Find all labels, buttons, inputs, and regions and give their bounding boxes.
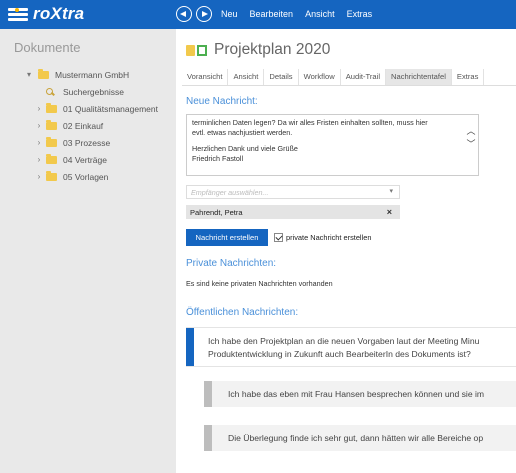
message-accent-bar [186, 328, 194, 366]
chevron-right-icon[interactable]: › [34, 121, 44, 130]
menu-extras[interactable]: Extras [347, 9, 373, 19]
page-header: Projektplan 2020 [186, 41, 330, 59]
chevron-down-icon[interactable]: ▾ [24, 70, 34, 79]
folder-icon [46, 119, 57, 130]
message-text-line: Ich habe den Projektplan an die neuen Vo… [208, 336, 480, 346]
chevron-right-icon[interactable]: › [34, 155, 44, 164]
folder-tree: ▾ Mustermann GmbH Suchergebnisse › 01 Qu… [0, 66, 158, 185]
top-menu: Neu Bearbeiten Ansicht Extras [221, 9, 372, 19]
folder-icon [46, 136, 57, 147]
main-content: Projektplan 2020 Voransicht Ansicht Deta… [176, 29, 516, 473]
page-title: Projektplan 2020 [214, 41, 331, 58]
tree-item-label: 05 Vorlagen [63, 171, 109, 182]
tree-item-einkauf[interactable]: › 02 Einkauf [0, 117, 158, 134]
reply-accent-bar [204, 425, 212, 451]
reply-text: Die Überlegung finde ich sehr gut, dann … [228, 433, 484, 443]
recipient-placeholder: Empfänger auswählen... [191, 188, 269, 197]
chevron-right-icon[interactable]: › [34, 172, 44, 181]
tab-preview[interactable]: Voransicht [182, 69, 229, 85]
remove-recipient-icon[interactable]: × [387, 207, 392, 217]
tab-audit-trail[interactable]: Audit-Trail [341, 69, 387, 85]
create-message-button[interactable]: Nachricht erstellen [186, 229, 268, 246]
private-message-checkbox[interactable]: private Nachricht erstellen [274, 233, 371, 242]
tree-root[interactable]: ▾ Mustermann GmbH [0, 66, 158, 83]
chevron-right-icon[interactable]: › [34, 138, 44, 147]
message-line: evtl. etwas nachjustiert werden. [192, 127, 293, 137]
folder-icon [46, 102, 57, 113]
top-bar: roXtra Neu Bearbeiten Ansicht Extras [0, 0, 516, 29]
search-results-label: Suchergebnisse [63, 86, 124, 97]
tree-item-label: 01 Qualitätsmanagement [63, 103, 158, 114]
message-line: Friedrich Fastoll [192, 153, 244, 163]
public-messages-heading: Öffentlichen Nachrichten: [186, 307, 299, 318]
tab-extras[interactable]: Extras [452, 69, 485, 85]
tree-root-label: Mustermann GmbH [55, 69, 130, 80]
selected-recipient-chip: Pahrendt, Petra × [186, 205, 400, 219]
selected-recipient-name: Pahrendt, Petra [190, 208, 243, 217]
menu-view[interactable]: Ansicht [305, 9, 335, 19]
reply-text: Ich habe das eben mit Frau Hansen bespre… [228, 389, 485, 399]
document-icons [186, 44, 207, 56]
tree-search-results[interactable]: Suchergebnisse [0, 83, 158, 100]
history-nav [176, 6, 212, 22]
message-line: terminlichen Daten legen? Da wir alles F… [192, 118, 428, 127]
tab-details[interactable]: Details [264, 69, 299, 85]
folder-icon [46, 170, 57, 181]
message-textarea[interactable]: terminlichen Daten legen? Da wir alles F… [186, 114, 479, 176]
new-message-heading: Neue Nachricht: [186, 96, 258, 107]
roxtra-logo-icon [8, 7, 28, 21]
message-line: Herzlichen Dank und viele Grüße [192, 144, 298, 154]
tree-item-prozesse[interactable]: › 03 Prozesse [0, 134, 158, 151]
tab-message-board[interactable]: Nachrichtentafel [386, 69, 452, 85]
public-message[interactable]: Ich habe den Projektplan an die neuen Vo… [186, 327, 516, 367]
private-checkbox-label: private Nachricht erstellen [286, 233, 372, 242]
textarea-scrollbar[interactable]: ︿ ﹀ [465, 125, 477, 151]
app-logo[interactable]: roXtra [8, 4, 84, 24]
sidebar-title: Dokumente [14, 40, 81, 55]
tree-item-vorlagen[interactable]: › 05 Vorlagen [0, 168, 158, 185]
tree-item-qm[interactable]: › 01 Qualitätsmanagement [0, 100, 158, 117]
folder-icon [46, 153, 57, 164]
tab-workflow[interactable]: Workflow [299, 69, 341, 85]
app-name: roXtra [33, 4, 85, 23]
reply-message[interactable]: Die Überlegung finde ich sehr gut, dann … [204, 425, 516, 451]
private-messages-empty: Es sind keine privaten Nachrichten vorha… [186, 279, 333, 288]
folder-icon [186, 44, 195, 56]
checkbox-checked-icon[interactable] [274, 233, 283, 242]
reply-message[interactable]: Ich habe das eben mit Frau Hansen bespre… [204, 381, 516, 407]
search-results-icon [46, 87, 56, 96]
message-text-line: Produktentwicklung in Zukunft auch Bearb… [208, 348, 471, 359]
menu-edit[interactable]: Bearbeiten [250, 9, 294, 19]
back-arrow-icon[interactable] [176, 6, 192, 22]
sidebar: Dokumente ▾ Mustermann GmbH Suchergebnis… [0, 29, 176, 473]
tab-view[interactable]: Ansicht [228, 69, 265, 85]
dropdown-arrow-icon[interactable]: ▾ [389, 187, 393, 195]
menu-new[interactable]: Neu [221, 9, 238, 19]
private-messages-heading: Private Nachrichten: [186, 258, 277, 269]
tree-item-label: 03 Prozesse [63, 137, 111, 148]
document-icon [197, 44, 207, 56]
tree-item-vertraege[interactable]: › 04 Verträge [0, 151, 158, 168]
tree-item-label: 02 Einkauf [63, 120, 104, 131]
folder-icon [38, 68, 49, 79]
chevron-down-icon[interactable]: ﹀ [465, 138, 477, 151]
tree-item-label: 04 Verträge [63, 154, 107, 165]
document-tabs: Voransicht Ansicht Details Workflow Audi… [182, 69, 516, 86]
chevron-right-icon[interactable]: › [34, 104, 44, 113]
forward-arrow-icon[interactable] [196, 6, 212, 22]
recipient-select[interactable]: Empfänger auswählen... ▾ [186, 185, 400, 199]
reply-accent-bar [204, 381, 212, 407]
chevron-up-icon[interactable]: ︿ [465, 125, 477, 138]
